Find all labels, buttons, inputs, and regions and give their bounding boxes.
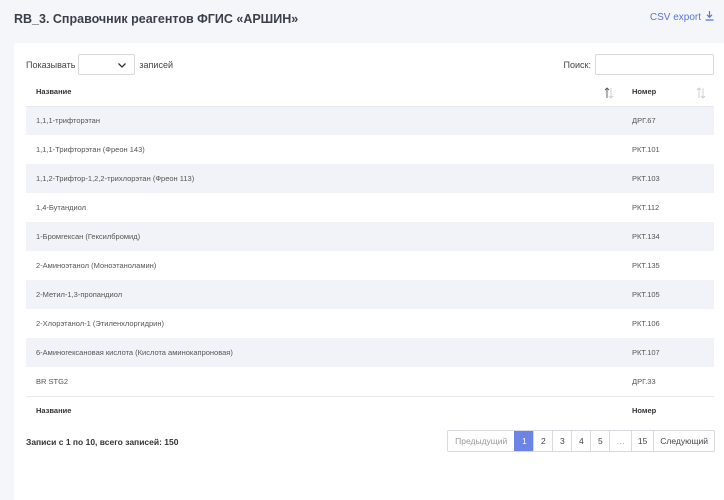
table-row: 1,4-Бутандиол РКТ.112 [26, 193, 714, 222]
download-icon [705, 11, 714, 24]
cell-number: ДРГ.33 [632, 376, 656, 386]
search-label: Поиск: [563, 59, 591, 70]
cell-number: ДРГ.67 [622, 106, 714, 135]
cell-number: РКТ.135 [632, 261, 660, 270]
chevron-down-icon [118, 60, 127, 70]
column-footer-number: Номер [622, 395, 714, 424]
table-row: 2-Метил-1,3-пропандиол РКТ.105 [26, 280, 714, 309]
table-header-row: Название Номер [26, 78, 714, 107]
pagination: Предыдущий 1 2 3 4 5 … 15 Следующий [447, 430, 715, 452]
cell-name: 6-Аминогексановая кислота (Кислота амино… [26, 338, 622, 367]
cell-number: РКТ.101 [632, 145, 660, 154]
cell-number: РКТ.107 [622, 338, 714, 367]
column-footer-name: Название [26, 395, 622, 424]
sort-ascending-icon [604, 87, 614, 99]
table-footer-row: Название Номер [26, 395, 714, 424]
cell-number: РКТ.134 [622, 222, 714, 251]
cell-name: 2-Хлорэтанол-1 (Этиленхлоргидрин) [36, 319, 164, 328]
cell-name: 1-Бромгексан (Гексилбромид) [26, 222, 622, 251]
table-row: BR STG2 ДРГ.33 [26, 367, 714, 396]
reagents-table: Название Номер 1,1,1-трифторэтан ДРГ.67 … [26, 78, 714, 424]
show-label: Показывать [26, 59, 76, 70]
page-button-15[interactable]: 15 [630, 431, 654, 451]
entries-per-page-select[interactable] [78, 54, 136, 75]
table-row: 1,1,2-Трифтор-1,2,2-трихлорэтан (Фреон 1… [26, 164, 714, 193]
table-row: 2-Аминоэтанол (Моноэтаноламин) РКТ.135 [26, 251, 714, 280]
cell-name: 2-Аминоэтанол (Моноэтаноламин) [36, 261, 157, 270]
pagination-ellipsis: … [609, 431, 631, 451]
table-card: Показывать записей Поиск: Название Номер… [14, 43, 724, 500]
table-info: Записи с 1 по 10, всего записей: 150 [26, 437, 179, 447]
page-button-2[interactable]: 2 [533, 431, 553, 451]
table-row: 1-Бромгексан (Гексилбромид) РКТ.134 [26, 222, 714, 251]
table-controls: Показывать записей Поиск: [26, 54, 714, 76]
search-control: Поиск: [564, 54, 714, 75]
cell-name: BR STG2 [36, 376, 69, 386]
cell-name: 1,4-Бутандиол [36, 203, 87, 212]
page-button-5[interactable]: 5 [590, 431, 610, 451]
page-button-4[interactable]: 4 [571, 431, 591, 451]
cell-name: 1,1,2-Трифтор-1,2,2-трихлорэтан (Фреон 1… [26, 164, 622, 193]
cell-name: 1,1,1-Трифторэтан (Фреон 143) [36, 145, 145, 154]
table-row: 1,1,1-трифторэтан ДРГ.67 [26, 106, 714, 135]
column-header-number-label: Номер [632, 87, 657, 97]
cell-number: РКТ.105 [622, 280, 714, 309]
cell-number: РКТ.103 [622, 164, 714, 193]
page-button-3[interactable]: 3 [552, 431, 572, 451]
page-title: RB_3. Справочник реагентов ФГИС «АРШИН» [14, 12, 299, 26]
next-page-button[interactable]: Следующий [653, 431, 714, 451]
column-header-name[interactable]: Название [26, 78, 622, 107]
cell-name: 2-Метил-1,3-пропандиол [26, 280, 622, 309]
entries-label: записей [139, 59, 173, 70]
column-header-name-label: Название [36, 87, 72, 97]
table-row: 6-Аминогексановая кислота (Кислота амино… [26, 338, 714, 367]
column-header-number[interactable]: Номер [622, 78, 714, 107]
length-control: Показывать записей [26, 54, 173, 75]
table-row: 2-Хлорэтанол-1 (Этиленхлоргидрин) РКТ.10… [26, 309, 714, 338]
sort-icon [696, 87, 706, 99]
previous-page-button[interactable]: Предыдущий [448, 431, 515, 451]
table-row: 1,1,1-Трифторэтан (Фреон 143) РКТ.101 [26, 135, 714, 164]
page-button-1[interactable]: 1 [514, 431, 534, 451]
cell-name: 1,1,1-трифторэтан [26, 106, 622, 135]
cell-number: РКТ.106 [632, 319, 660, 328]
cell-number: РКТ.112 [632, 203, 660, 212]
csv-export-label: CSV export [649, 12, 701, 23]
search-input[interactable] [595, 54, 714, 75]
csv-export-link[interactable]: CSV export [650, 11, 714, 24]
